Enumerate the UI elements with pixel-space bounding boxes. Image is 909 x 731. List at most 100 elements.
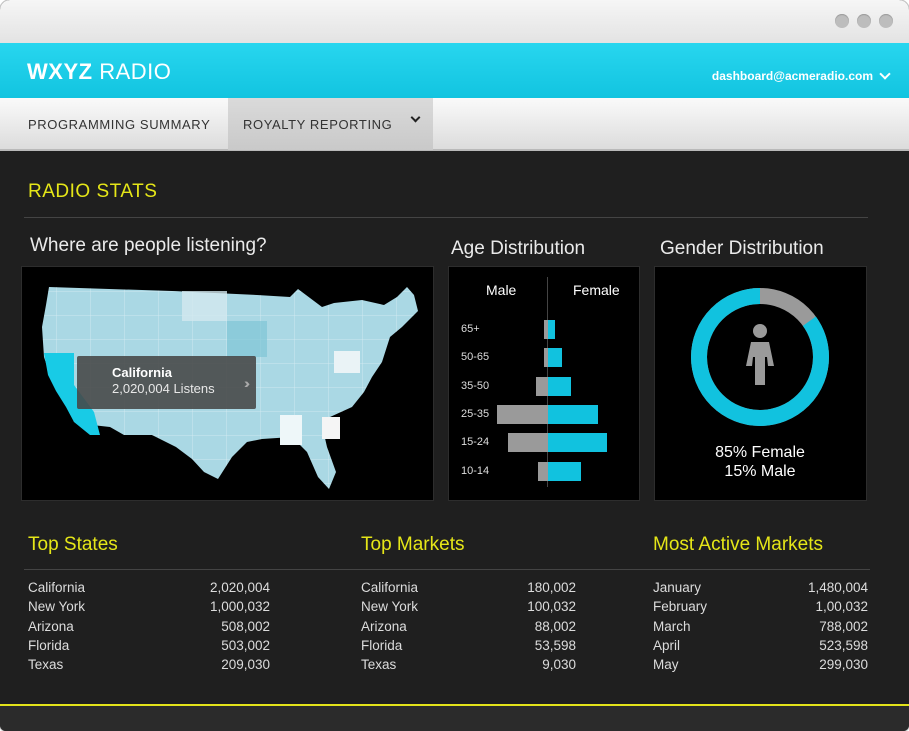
row-value: 1,480,004 (807, 580, 868, 595)
tooltip-state: California (112, 365, 172, 380)
list-item[interactable]: California 180,002 (361, 578, 576, 597)
account-menu[interactable]: dashboard@acmeradio.com (712, 68, 891, 83)
row-name: March (653, 618, 691, 634)
row-value: 2,020,004 (209, 580, 270, 595)
age-bar-male[interactable] (497, 404, 548, 424)
tab-royalty-reporting[interactable]: ROYALTY REPORTING (228, 98, 433, 150)
age-group-label: 15-24 (461, 436, 490, 449)
list-item[interactable]: New York 100,032 (361, 597, 576, 616)
list-item[interactable]: April 523,598 (653, 636, 868, 655)
row-name: California (28, 580, 86, 595)
gender-title: Gender Distribution (660, 238, 824, 259)
gender-male-text: 15% Male (724, 463, 796, 480)
list-item[interactable]: March 788,002 (653, 617, 868, 636)
tab-label: ROYALTY REPORTING (243, 116, 393, 132)
list-item[interactable]: February 1,00,032 (653, 597, 868, 616)
list-item[interactable]: January 1,480,004 (653, 578, 868, 597)
state-region[interactable] (227, 321, 267, 357)
row-name: April (653, 637, 681, 653)
tooltip-value: 2,020,004 Listens (112, 381, 215, 396)
brand-bold: WXYZ (27, 59, 93, 84)
age-bar-male[interactable] (536, 376, 548, 396)
row-value: 209,030 (221, 657, 270, 673)
list-item[interactable]: Florida 53,598 (361, 636, 576, 655)
age-group-label: 65+ (461, 323, 480, 335)
age-bar-female[interactable] (548, 320, 555, 339)
list-item[interactable]: Texas 9,030 (361, 655, 576, 674)
row-name: January (653, 580, 702, 595)
row-value: 508,002 (221, 618, 270, 634)
map-title: Where are people listening? (30, 235, 267, 256)
map-tooltip: California 2,020,004 Listens ››› (77, 356, 256, 409)
row-value: 88,002 (534, 618, 576, 634)
age-bar-female[interactable] (548, 376, 571, 396)
age-group-label: 35-50 (461, 379, 490, 392)
brand-light: RADIO (99, 59, 172, 84)
window-control-dot[interactable] (857, 14, 871, 28)
row-value: 503,002 (221, 637, 270, 653)
age-group-label: 25-35 (461, 407, 490, 420)
list-item[interactable]: May 299,030 (653, 655, 868, 674)
row-value: 1,000,032 (209, 599, 270, 615)
row-value: 299,030 (819, 657, 868, 673)
age-female-label: Female (573, 282, 620, 298)
age-bar-male[interactable] (508, 433, 548, 453)
row-name: Arizona (361, 618, 407, 634)
age-title: Age Distribution (451, 238, 586, 259)
row-value: 788,002 (819, 618, 868, 634)
nav-bar: PROGRAMMING SUMMARY ROYALTY REPORTING (0, 98, 909, 151)
row-value: 180,002 (527, 580, 576, 595)
row-name: Florida (361, 637, 403, 653)
chevron-down-icon (879, 68, 891, 80)
age-bar-female[interactable] (548, 404, 598, 424)
age-bar-female[interactable] (548, 433, 607, 453)
row-value: 1,00,032 (815, 599, 868, 615)
row-value: 53,598 (534, 637, 576, 653)
row-name: February (653, 599, 708, 615)
divider (24, 569, 870, 570)
age-group-label: 10-14 (461, 464, 490, 477)
state-region[interactable] (182, 291, 227, 321)
us-map-panel: California 2,020,004 Listens ››› (21, 266, 434, 501)
age-bar-female[interactable] (548, 348, 562, 368)
list-item[interactable]: New York 1,000,032 (28, 597, 270, 616)
app-window: WXYZ RADIO dashboard@acmeradio.com PROGR… (0, 0, 909, 731)
list-item[interactable]: Florida 503,002 (28, 636, 270, 655)
list-item[interactable]: Arizona 88,002 (361, 617, 576, 636)
chevron-down-icon (410, 112, 421, 123)
active-markets-list: January 1,480,004 February 1,00,032 March 7… (653, 578, 868, 674)
state-region[interactable] (322, 417, 340, 439)
app-header: WXYZ RADIO dashboard@acmeradio.com (0, 43, 909, 98)
age-bar-male[interactable] (538, 461, 548, 481)
window-control-dot[interactable] (835, 14, 849, 28)
row-name: May (653, 657, 679, 673)
state-region[interactable] (334, 351, 360, 373)
tab-programming-summary[interactable]: PROGRAMMING SUMMARY (0, 98, 228, 150)
brand-logo[interactable]: WXYZ RADIO (27, 59, 171, 85)
list-item[interactable]: Arizona 508,002 (28, 617, 270, 636)
window-chrome (0, 0, 909, 43)
age-bar-female[interactable] (548, 461, 581, 481)
gender-female-text: 85% Female (715, 444, 805, 461)
row-name: Florida (28, 637, 70, 653)
list-item[interactable]: Texas 209,030 (28, 655, 270, 674)
active-markets-title: Most Active Markets (653, 534, 823, 555)
age-group-label: 50-65 (461, 351, 490, 364)
row-name: Texas (361, 657, 397, 673)
window-control-dot[interactable] (879, 14, 893, 28)
top-states-list: California 2,020,004 New York 1,000,032 Ar… (28, 578, 270, 674)
top-states-title: Top States (28, 534, 118, 555)
state-region[interactable] (280, 415, 302, 445)
row-name: New York (28, 599, 86, 615)
row-value: 523,598 (819, 637, 868, 653)
row-value: 100,032 (527, 599, 576, 615)
row-value: 9,030 (542, 657, 576, 673)
list-item[interactable]: California 2,020,004 (28, 578, 270, 597)
row-name: Texas (28, 657, 64, 673)
female-person-icon (746, 324, 774, 385)
row-name: New York (361, 599, 419, 615)
divider (24, 217, 868, 218)
window-controls (835, 14, 893, 28)
age-male-label: Male (486, 282, 517, 298)
row-name: Arizona (28, 618, 74, 634)
